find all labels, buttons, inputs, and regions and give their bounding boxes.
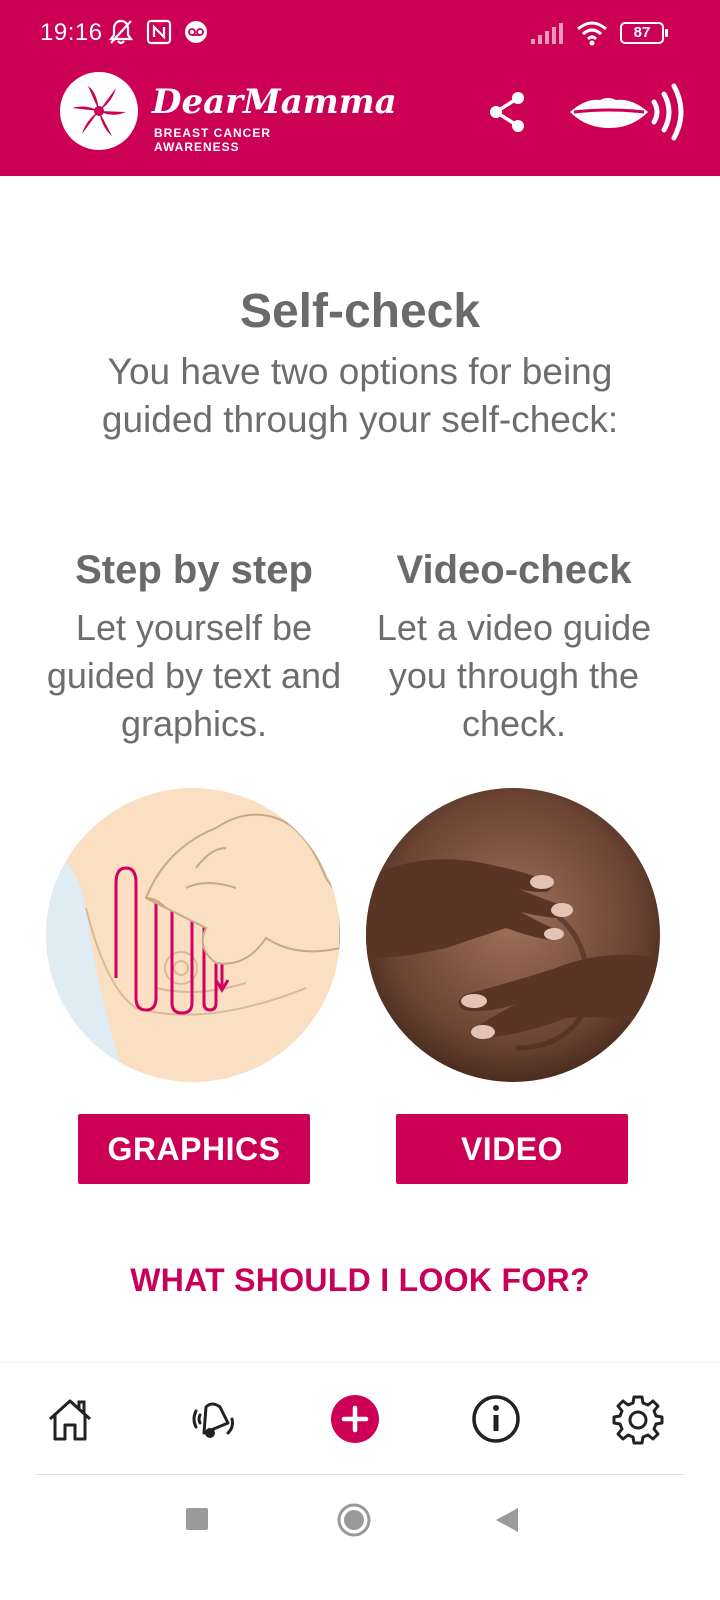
- share-button[interactable]: [484, 88, 532, 136]
- add-icon: [331, 1395, 379, 1443]
- voicemail-icon: [185, 21, 207, 43]
- lips-speaker-icon: [570, 83, 684, 141]
- circle-icon: [337, 1503, 371, 1537]
- nav-divider: [36, 1474, 684, 1475]
- nfc-icon: [146, 19, 172, 45]
- step-by-step-description: Let yourself be guided by text and graph…: [46, 607, 342, 744]
- recents-button[interactable]: [184, 1506, 210, 1537]
- read-aloud-button[interactable]: [566, 78, 690, 146]
- nav-info[interactable]: [470, 1393, 522, 1445]
- app-logo: DearMamma BREAST CANCER AWARENESS: [60, 72, 397, 154]
- page-title: Self-check: [239, 285, 481, 338]
- share-icon: [490, 92, 524, 132]
- square-icon: [186, 1508, 208, 1530]
- bottom-navigation: [0, 1362, 720, 1474]
- back-triangle-icon: [496, 1508, 518, 1532]
- notification-icons: [108, 18, 208, 46]
- bell-muted-icon: [108, 19, 134, 45]
- graphics-button[interactable]: GRAPHICS: [78, 1114, 310, 1184]
- page-subtitle: You have two options for being guided th…: [101, 351, 619, 440]
- home-icon: [48, 1399, 92, 1441]
- signal-icon: [531, 23, 563, 44]
- brand-subtitle: BREAST CANCER AWARENESS: [154, 126, 272, 154]
- settings-icon: [612, 1395, 664, 1445]
- graphics-illustration: [46, 788, 340, 1082]
- system-navigation-bar: [0, 1476, 720, 1600]
- logo-emblem: [60, 72, 138, 150]
- nav-self-check[interactable]: [329, 1393, 381, 1445]
- reminder-icon: [192, 1402, 234, 1438]
- video-check-title: Video-check: [396, 548, 632, 592]
- what-to-look-for-link[interactable]: WHAT SHOULD I LOOK FOR?: [0, 1262, 720, 1299]
- nav-home[interactable]: [44, 1393, 96, 1445]
- step-by-step-title: Step by step: [75, 548, 313, 592]
- status-time: 19:16: [40, 19, 103, 46]
- brand-name: DearMamma: [152, 82, 397, 122]
- app-header: 19:16 87 DearMamma BREAST CANCER AWARENE…: [0, 0, 720, 176]
- video-thumbnail: [366, 788, 660, 1082]
- home-system-button[interactable]: [336, 1502, 372, 1543]
- video-button[interactable]: VIDEO: [396, 1114, 628, 1184]
- battery-indicator: 87: [620, 22, 668, 44]
- status-bar: 19:16 87: [0, 0, 720, 70]
- video-check-description: Let a video guide you through the check.: [376, 607, 652, 744]
- system-status-icons: 87: [530, 20, 668, 46]
- back-button[interactable]: [494, 1506, 520, 1539]
- wifi-icon: [577, 21, 607, 46]
- nav-reminder[interactable]: [186, 1393, 238, 1445]
- nav-settings[interactable]: [612, 1393, 664, 1445]
- info-icon: [472, 1395, 520, 1443]
